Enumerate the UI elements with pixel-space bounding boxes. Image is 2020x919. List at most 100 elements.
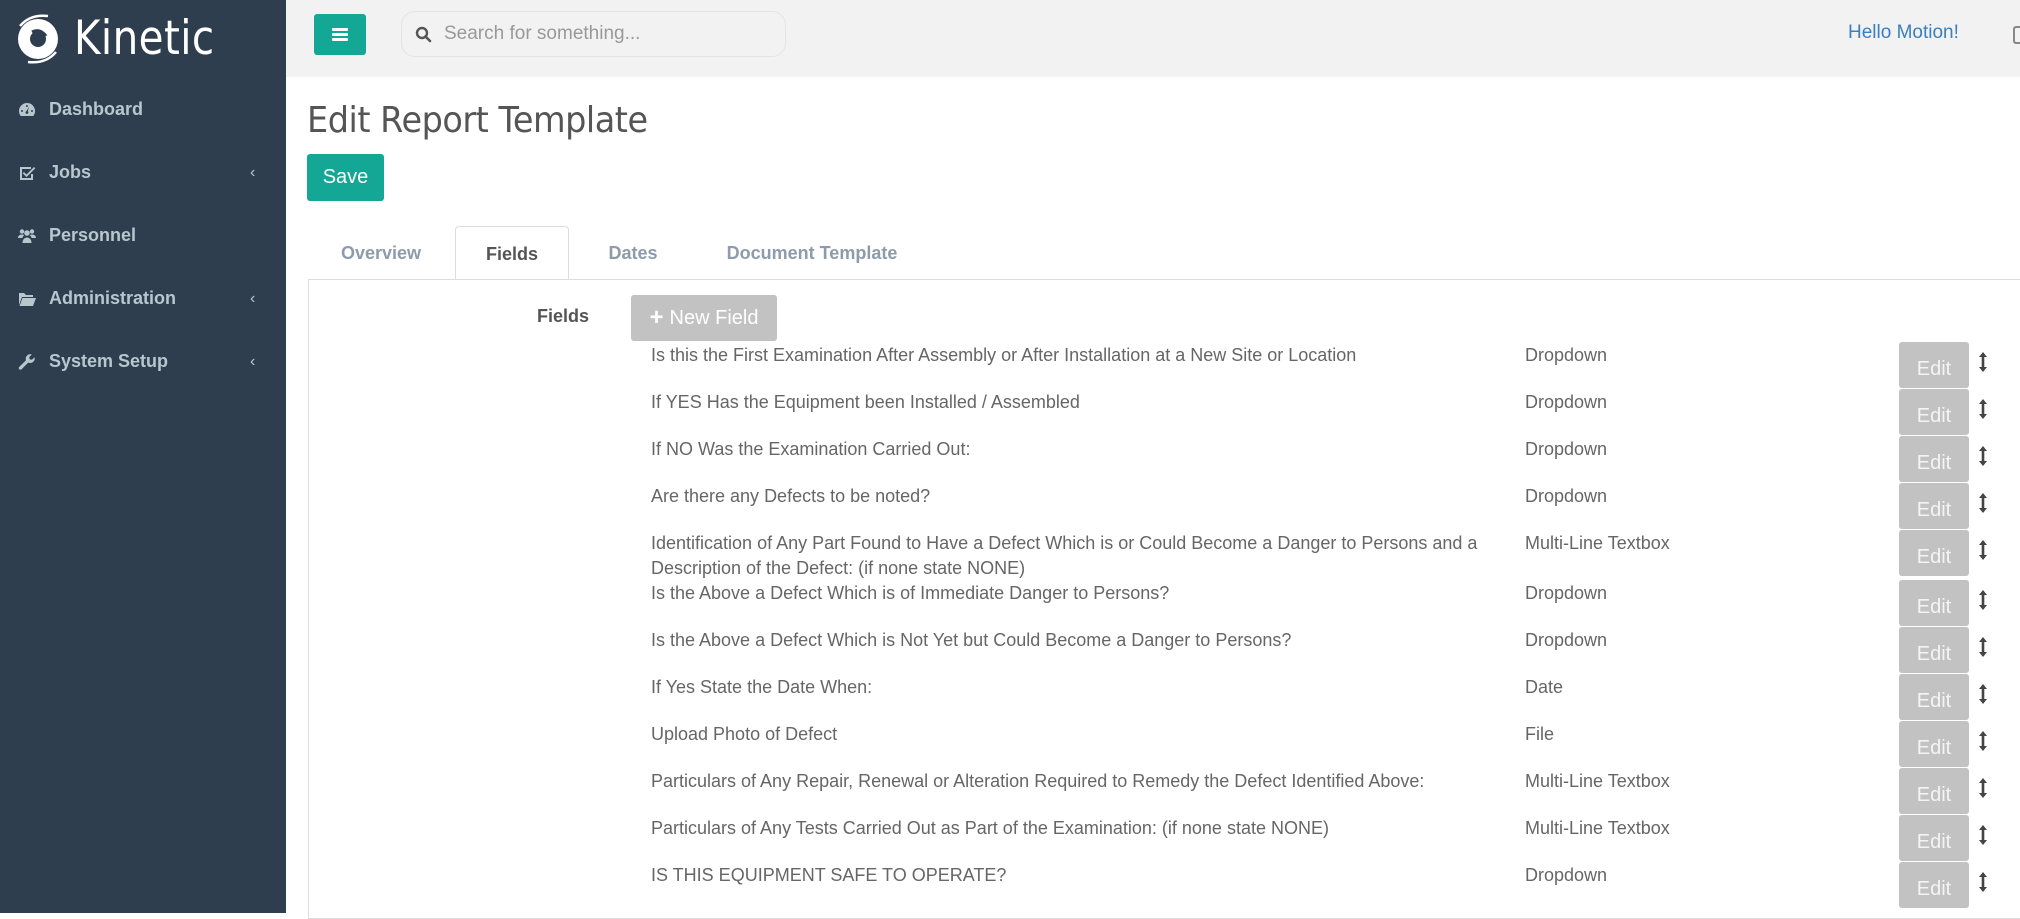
plus-icon: +: [649, 304, 664, 331]
drag-handle-icon[interactable]: [1977, 445, 1989, 467]
chevron-left-icon: ‹: [250, 289, 256, 307]
drag-handle-icon[interactable]: [1977, 730, 1989, 752]
field-name: Particulars of Any Repair, Renewal or Al…: [651, 771, 1425, 791]
edit-field-button[interactable]: Edit: [1899, 862, 1969, 908]
new-field-button[interactable]: + New Field: [631, 295, 777, 341]
drag-handle-icon[interactable]: [1977, 539, 1989, 561]
edit-field-button[interactable]: Edit: [1899, 674, 1969, 720]
search-input[interactable]: [444, 23, 774, 45]
tab-dates[interactable]: Dates: [569, 226, 697, 280]
drag-handle-icon[interactable]: [1977, 683, 1989, 705]
edit-field-button[interactable]: Edit: [1899, 627, 1969, 673]
field-type: Dropdown: [1525, 345, 1608, 365]
chevron-left-icon: ‹: [250, 352, 256, 370]
field-name: Upload Photo of Defect: [651, 724, 838, 744]
field-name: If Yes State the Date When:: [651, 677, 873, 697]
edit-field-button[interactable]: Edit: [1899, 768, 1969, 814]
field-row: If Yes State the Date When: Date Edit: [651, 673, 2020, 720]
drag-handle-icon[interactable]: [1977, 636, 1989, 658]
save-button[interactable]: Save: [307, 154, 384, 201]
field-name: IS THIS EQUIPMENT SAFE TO OPERATE?: [651, 865, 1007, 885]
sidebar-item-dashboard[interactable]: Dashboard: [0, 78, 286, 141]
field-type: Dropdown: [1525, 865, 1608, 885]
page-title: Edit Report Template: [307, 100, 648, 141]
edit-field-button[interactable]: Edit: [1899, 389, 1969, 435]
field-name: If YES Has the Equipment been Installed …: [651, 392, 1080, 412]
brand-name: Kinetic: [74, 10, 215, 66]
edit-field-button[interactable]: Edit: [1899, 580, 1969, 626]
sidebar-item-label: Dashboard: [49, 99, 144, 119]
field-name: Are there any Defects to be noted?: [651, 486, 931, 506]
field-row: Is the Above a Defect Which is of Immedi…: [651, 579, 2020, 626]
field-type: File: [1525, 724, 1555, 744]
drag-handle-icon[interactable]: [1977, 777, 1989, 799]
field-row: If YES Has the Equipment been Installed …: [651, 388, 2020, 435]
drag-handle-icon[interactable]: [1977, 871, 1989, 893]
field-type: Multi-Line Textbox: [1525, 771, 1670, 791]
field-type: Multi-Line Textbox: [1525, 533, 1670, 553]
folder-open-icon: [17, 290, 37, 308]
sidebar-item-system-setup[interactable]: System Setup ‹: [0, 330, 286, 393]
user-greeting-link[interactable]: Hello Motion!: [1848, 22, 1959, 44]
tab-document-template[interactable]: Document Template: [697, 226, 927, 280]
field-row: Identification of Any Part Found to Have…: [651, 529, 2020, 579]
sidebar-item-label: Administration: [49, 288, 177, 308]
field-name: If NO Was the Examination Carried Out:: [651, 439, 971, 459]
logout-icon[interactable]: [2013, 26, 2020, 44]
sidebar-item-label: Jobs: [49, 162, 92, 182]
search-icon: [415, 26, 432, 42]
field-name: Particulars of Any Tests Carried Out as …: [651, 818, 1329, 838]
fields-label: Fields: [537, 306, 590, 326]
field-name: Is this the First Examination After Asse…: [651, 345, 1357, 365]
hamburger-icon: [332, 26, 348, 43]
field-type: Date: [1525, 677, 1564, 697]
edit-field-button[interactable]: Edit: [1899, 483, 1969, 529]
brand-logo[interactable]: Kinetic: [10, 6, 237, 70]
field-type: Dropdown: [1525, 439, 1608, 459]
field-name: Identification of Any Part Found to Have…: [651, 533, 1478, 578]
field-name: Is the Above a Defect Which is Not Yet b…: [651, 630, 1292, 650]
users-icon: [17, 227, 37, 245]
field-type: Dropdown: [1525, 486, 1608, 506]
drag-handle-icon[interactable]: [1977, 398, 1989, 420]
sidebar: Kinetic Dashboard Jobs ‹ Personnel Admin…: [0, 0, 286, 913]
sidebar-item-jobs[interactable]: Jobs ‹: [0, 141, 286, 204]
field-row: Particulars of Any Tests Carried Out as …: [651, 814, 2020, 861]
sidebar-item-label: System Setup: [49, 351, 169, 371]
fields-list: Is this the First Examination After Asse…: [651, 341, 2020, 908]
drag-handle-icon[interactable]: [1977, 492, 1989, 514]
chevron-left-icon: ‹: [250, 163, 256, 181]
tab-overview[interactable]: Overview: [307, 226, 455, 280]
drag-handle-icon[interactable]: [1977, 351, 1989, 373]
field-name: Is the Above a Defect Which is of Immedi…: [651, 583, 1170, 603]
field-type: Dropdown: [1525, 392, 1608, 412]
field-row: Particulars of Any Repair, Renewal or Al…: [651, 767, 2020, 814]
sidebar-item-administration[interactable]: Administration ‹: [0, 267, 286, 330]
sidebar-item-label: Personnel: [49, 225, 137, 245]
field-row: Are there any Defects to be noted? Dropdo…: [651, 482, 2020, 529]
sidebar-item-personnel[interactable]: Personnel: [0, 204, 286, 267]
field-row: IS THIS EQUIPMENT SAFE TO OPERATE? Dropdo…: [651, 861, 2020, 908]
field-type: Dropdown: [1525, 630, 1608, 650]
field-type: Dropdown: [1525, 583, 1608, 603]
wrench-icon: [17, 353, 37, 371]
sidebar-nav: Dashboard Jobs ‹ Personnel Administratio…: [0, 78, 286, 393]
field-row: If NO Was the Examination Carried Out: Dr…: [651, 435, 2020, 482]
tab-bar: Overview Fields Dates Document Template: [307, 226, 927, 281]
field-row: Upload Photo of Defect File Edit: [651, 720, 2020, 767]
edit-field-button[interactable]: Edit: [1899, 815, 1969, 861]
edit-field-button[interactable]: Edit: [1899, 436, 1969, 482]
field-row: Is this the First Examination After Asse…: [651, 341, 2020, 388]
top-header: Hello Motion!: [286, 0, 2020, 77]
tab-fields[interactable]: Fields: [455, 226, 569, 281]
field-row: Is the Above a Defect Which is Not Yet b…: [651, 626, 2020, 673]
edit-field-button[interactable]: Edit: [1899, 721, 1969, 767]
drag-handle-icon[interactable]: [1977, 824, 1989, 846]
edit-field-button[interactable]: Edit: [1899, 530, 1969, 576]
check-square-icon: [17, 164, 37, 182]
kinetic-logo-icon: [18, 14, 58, 64]
sidebar-toggle-button[interactable]: [314, 14, 366, 55]
field-type: Multi-Line Textbox: [1525, 818, 1670, 838]
edit-field-button[interactable]: Edit: [1899, 342, 1969, 388]
drag-handle-icon[interactable]: [1977, 589, 1989, 611]
